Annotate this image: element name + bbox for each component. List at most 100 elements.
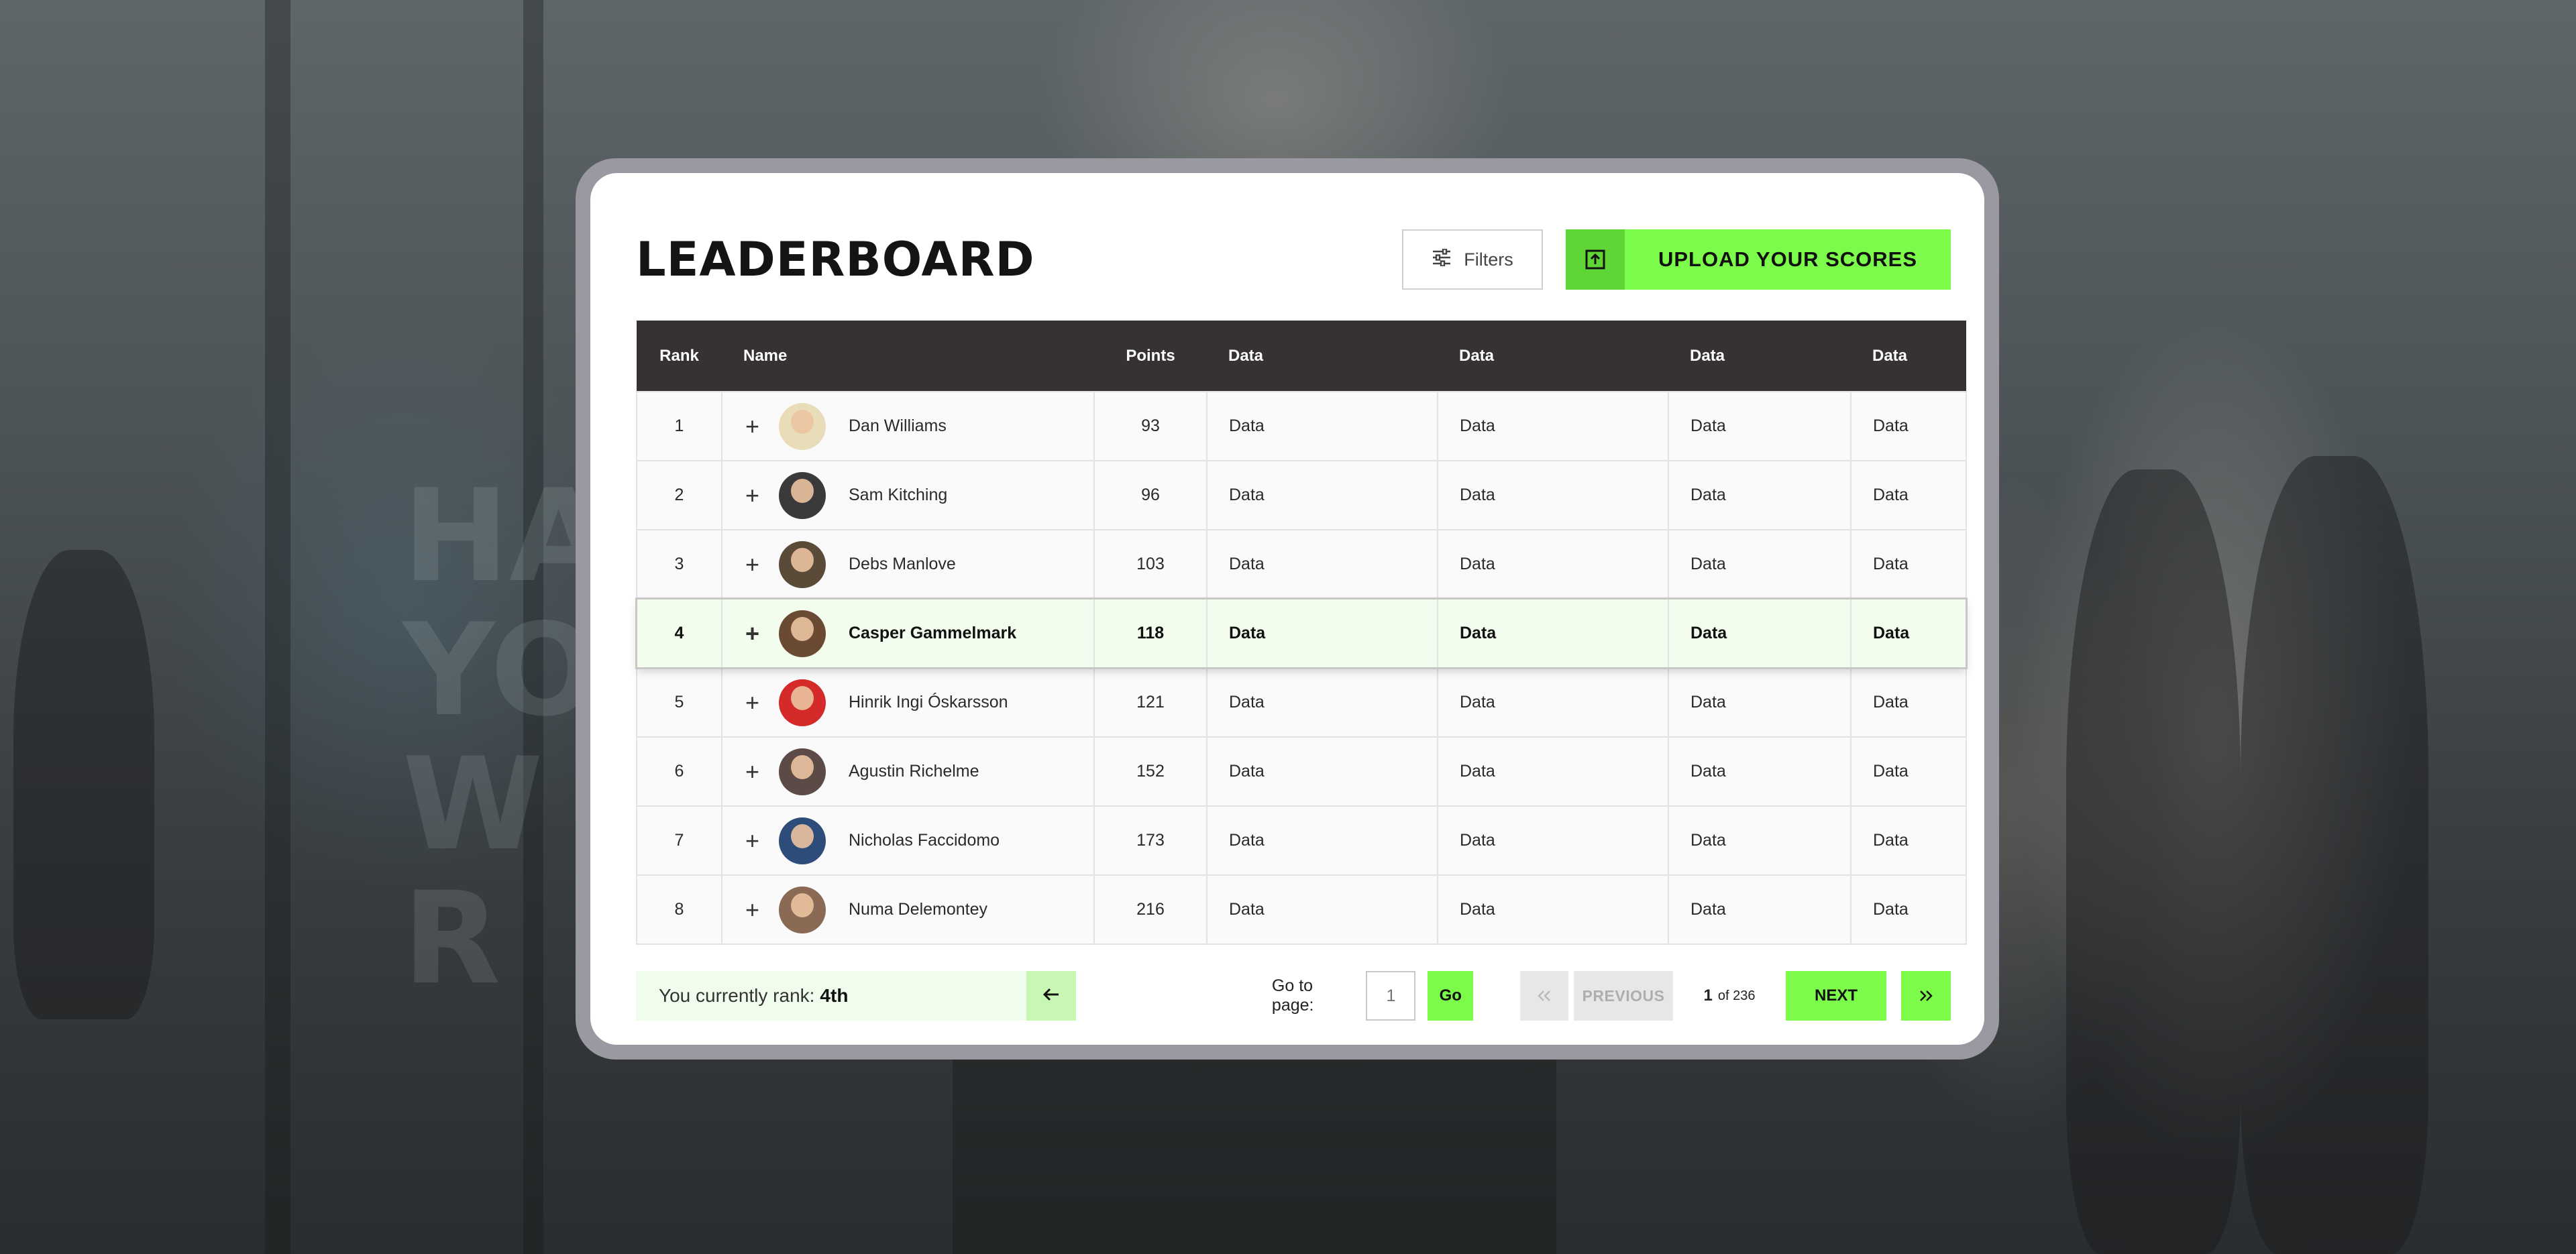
table-row[interactable]: 7 + Nicholas Faccidomo 173 Data Data Data… — [636, 805, 1967, 876]
upload-scores-button[interactable]: UPLOAD YOUR SCORES — [1566, 229, 1951, 290]
expand-plus-icon[interactable]: + — [744, 827, 779, 855]
name-cell: + Debs Manlove — [721, 529, 1095, 600]
data-cell: Data — [1437, 874, 1669, 945]
name-cell: + Sam Kitching — [721, 460, 1095, 530]
data-cell: Data — [1850, 529, 1967, 600]
data-cell: Data — [1850, 874, 1967, 945]
rank-cell: 2 — [636, 460, 722, 530]
column-header-data[interactable]: Data — [1851, 321, 1966, 392]
athlete-name[interactable]: Numa Delemontey — [849, 900, 987, 919]
upload-scores-label: UPLOAD YOUR SCORES — [1658, 247, 1918, 271]
arrow-left-icon — [1042, 985, 1060, 1007]
leaderboard-table: Rank Name Points Data Data Data Data 1 +… — [636, 321, 1967, 945]
avatar — [779, 817, 826, 864]
background-beam — [953, 1060, 1556, 1254]
data-cell: Data — [1206, 391, 1438, 461]
goto-page: Go to page: Go — [1272, 971, 1473, 1021]
data-cell: Data — [1850, 598, 1967, 669]
column-header-data[interactable]: Data — [1207, 321, 1438, 392]
table-row[interactable]: 8 + Numa Delemontey 216 Data Data Data Da… — [636, 874, 1967, 945]
column-header-name[interactable]: Name — [722, 321, 1094, 392]
points-cell: 152 — [1093, 736, 1208, 807]
data-cell: Data — [1437, 667, 1669, 738]
header-actions: Filters UPLOAD YOUR SCORES — [1402, 229, 1951, 290]
table-row-current-user[interactable]: 4 + Casper Gammelmark 118 Data Data Data … — [636, 598, 1967, 669]
double-chevron-left-icon — [1537, 984, 1552, 1007]
avatar — [779, 679, 826, 726]
name-cell: + Nicholas Faccidomo — [721, 805, 1095, 876]
table-row[interactable]: 1 + Dan Williams 93 Data Data Data Data — [636, 391, 1967, 461]
expand-plus-icon[interactable]: + — [744, 758, 779, 786]
background-figure — [2066, 469, 2241, 1254]
column-header-rank[interactable]: Rank — [637, 321, 722, 392]
data-cell: Data — [1668, 391, 1851, 461]
avatar — [779, 402, 826, 450]
rank-cell: 3 — [636, 529, 722, 600]
expand-plus-icon[interactable]: + — [744, 551, 779, 579]
data-cell: Data — [1206, 874, 1438, 945]
expand-plus-icon[interactable]: + — [744, 896, 779, 924]
points-cell: 103 — [1093, 529, 1208, 600]
leaderboard-header: LEADERBOARD Filters UPLOAD YOUR SCORES — [636, 229, 1951, 290]
double-chevron-right-icon — [1919, 984, 1933, 1007]
sliders-icon — [1432, 247, 1452, 271]
last-page-button[interactable] — [1901, 971, 1951, 1021]
athlete-name[interactable]: Debs Manlove — [849, 555, 956, 574]
table-row[interactable]: 5 + Hinrik Ingi Óskarsson 121 Data Data D… — [636, 667, 1967, 738]
background-beam — [265, 0, 290, 1254]
data-cell: Data — [1206, 460, 1438, 530]
current-page: 1 — [1703, 986, 1713, 1005]
data-cell: Data — [1668, 598, 1851, 669]
data-cell: Data — [1206, 667, 1438, 738]
filters-label: Filters — [1464, 249, 1513, 270]
athlete-name[interactable]: Nicholas Faccidomo — [849, 831, 1000, 850]
athlete-name[interactable]: Dan Williams — [849, 416, 947, 436]
previous-button[interactable]: PREVIOUS — [1574, 971, 1673, 1021]
data-cell: Data — [1668, 805, 1851, 876]
avatar — [779, 886, 826, 933]
column-header-points[interactable]: Points — [1094, 321, 1207, 392]
total-pages: of 236 — [1717, 988, 1756, 1003]
expand-plus-icon[interactable]: + — [744, 689, 779, 717]
athlete-name[interactable]: Hinrik Ingi Óskarsson — [849, 693, 1008, 712]
athlete-name[interactable]: Sam Kitching — [849, 486, 947, 505]
leaderboard-card: LEADERBOARD Filters UPLOAD YOUR SCORES R… — [590, 173, 1984, 1045]
current-rank-value: 4th — [820, 985, 849, 1006]
goto-page-input[interactable] — [1366, 971, 1416, 1021]
first-page-button[interactable] — [1520, 971, 1568, 1021]
rank-cell: 1 — [636, 391, 722, 461]
table-row[interactable]: 3 + Debs Manlove 103 Data Data Data Data — [636, 529, 1967, 600]
table-header-row: Rank Name Points Data Data Data Data — [637, 321, 1966, 392]
expand-plus-icon[interactable]: + — [744, 620, 779, 648]
name-cell: + Agustin Richelme — [721, 736, 1095, 807]
points-cell: 93 — [1093, 391, 1208, 461]
column-header-data[interactable]: Data — [1438, 321, 1668, 392]
expand-plus-icon[interactable]: + — [744, 412, 779, 441]
table-body: 1 + Dan Williams 93 Data Data Data Data 2… — [636, 391, 1967, 945]
name-cell: + Dan Williams — [721, 391, 1095, 461]
next-button[interactable]: NEXT — [1786, 971, 1886, 1021]
filters-button[interactable]: Filters — [1402, 229, 1543, 290]
leaderboard-table-wrap: Rank Name Points Data Data Data Data 1 +… — [636, 321, 1967, 945]
table-row[interactable]: 2 + Sam Kitching 96 Data Data Data Data — [636, 460, 1967, 530]
points-cell: 96 — [1093, 460, 1208, 530]
background-figure — [2241, 456, 2428, 1254]
table-row[interactable]: 6 + Agustin Richelme 152 Data Data Data D… — [636, 736, 1967, 807]
expand-plus-icon[interactable]: + — [744, 481, 779, 510]
athlete-name[interactable]: Casper Gammelmark — [849, 624, 1016, 643]
rank-cell: 6 — [636, 736, 722, 807]
jump-to-my-rank-button[interactable] — [1026, 971, 1076, 1021]
data-cell: Data — [1668, 874, 1851, 945]
current-rank-prefix: You currently rank: — [659, 985, 815, 1006]
name-cell: + Numa Delemontey — [721, 874, 1095, 945]
go-button[interactable]: Go — [1428, 971, 1473, 1021]
data-cell: Data — [1850, 667, 1967, 738]
rank-cell: 5 — [636, 667, 722, 738]
column-header-data[interactable]: Data — [1668, 321, 1851, 392]
points-cell: 118 — [1093, 598, 1208, 669]
data-cell: Data — [1437, 391, 1669, 461]
page-indicator: 1 of 236 — [1673, 986, 1786, 1005]
current-rank-box: You currently rank: 4th — [636, 971, 1076, 1021]
athlete-name[interactable]: Agustin Richelme — [849, 762, 979, 781]
data-cell: Data — [1437, 460, 1669, 530]
